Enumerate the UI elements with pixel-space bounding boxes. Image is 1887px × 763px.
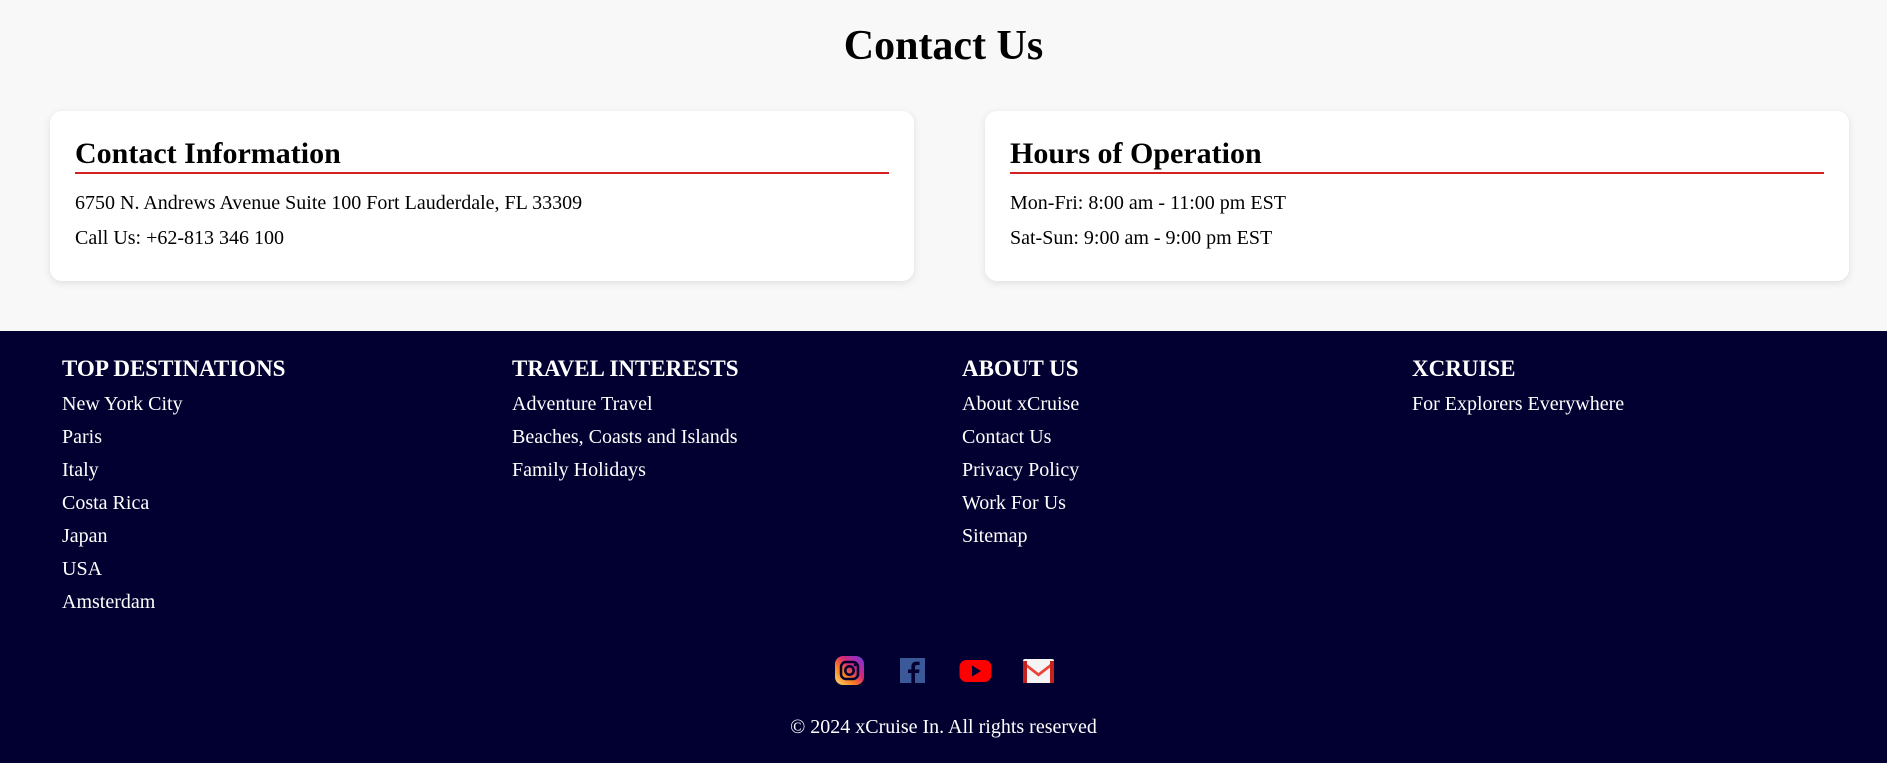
footer-column-heading: TOP DESTINATIONS: [62, 356, 286, 381]
contact-section: Contact Us Contact Information 6750 N. A…: [0, 0, 1887, 331]
footer-link-new-york-city[interactable]: New York City: [62, 388, 285, 421]
footer-link-adventure-travel[interactable]: Adventure Travel: [512, 388, 739, 421]
footer-column-top-destinations: TOP DESTINATIONS New York City Paris Ita…: [62, 355, 285, 619]
footer-link-italy[interactable]: Italy: [62, 454, 285, 487]
page-title: Contact Us: [843, 23, 1044, 69]
footer-link-contact-us[interactable]: Contact Us: [962, 421, 1079, 454]
footer-link-usa[interactable]: USA: [62, 553, 285, 586]
footer-link-japan[interactable]: Japan: [62, 520, 285, 553]
footer-link-privacy-policy[interactable]: Privacy Policy: [962, 454, 1079, 487]
site-footer: TOP DESTINATIONS New York City Paris Ita…: [0, 331, 1887, 763]
social-links: [0, 654, 1887, 687]
gmail-icon[interactable]: [1022, 654, 1055, 687]
footer-link-family-holidays[interactable]: Family Holidays: [512, 454, 739, 487]
phone-text: Call Us: +62-813 346 100: [75, 227, 285, 249]
footer-column-xcruise: XCRUISE For Explorers Everywhere: [1412, 355, 1624, 421]
footer-column-heading: ABOUT US: [962, 356, 1079, 381]
address-text: 6750 N. Andrews Avenue Suite 100 Fort La…: [75, 192, 583, 214]
footer-link-beaches-coasts-islands[interactable]: Beaches, Coasts and Islands: [512, 421, 739, 454]
facebook-icon[interactable]: [896, 654, 929, 687]
footer-link-costa-rica[interactable]: Costa Rica: [62, 487, 285, 520]
hours-of-operation-card: Hours of Operation Mon-Fri: 8:00 am - 11…: [985, 111, 1849, 281]
contact-information-heading: Contact Information: [75, 137, 889, 174]
footer-link-paris[interactable]: Paris: [62, 421, 285, 454]
footer-link-for-explorers-everywhere[interactable]: For Explorers Everywhere: [1412, 388, 1624, 421]
instagram-icon[interactable]: [833, 654, 866, 687]
hours-of-operation-heading: Hours of Operation: [1010, 137, 1824, 174]
contact-information-card: Contact Information 6750 N. Andrews Aven…: [50, 111, 914, 281]
footer-link-amsterdam[interactable]: Amsterdam: [62, 586, 285, 619]
footer-column-travel-interests: TRAVEL INTERESTS Adventure Travel Beache…: [512, 355, 739, 487]
footer-link-work-for-us[interactable]: Work For Us: [962, 487, 1079, 520]
footer-column-heading: TRAVEL INTERESTS: [512, 356, 739, 381]
footer-column-about-us: ABOUT US About xCruise Contact Us Privac…: [962, 355, 1079, 553]
footer-link-sitemap[interactable]: Sitemap: [962, 520, 1079, 553]
weekend-hours-text: Sat-Sun: 9:00 am - 9:00 pm EST: [1010, 227, 1273, 249]
weekday-hours-text: Mon-Fri: 8:00 am - 11:00 pm EST: [1010, 192, 1286, 214]
copyright-text: © 2024 xCruise In. All rights reserved: [790, 716, 1097, 738]
youtube-icon[interactable]: [959, 654, 992, 687]
footer-link-about-xcruise[interactable]: About xCruise: [962, 388, 1079, 421]
footer-column-heading: XCRUISE: [1412, 356, 1516, 381]
